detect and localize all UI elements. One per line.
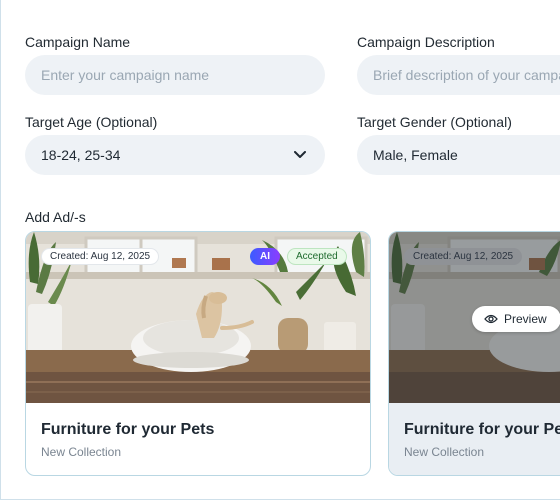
ad-info: Furniture for your Pets New Collection — [26, 403, 370, 475]
ad-subtitle: New Collection — [404, 445, 485, 459]
campaign-name-field[interactable] — [25, 55, 325, 95]
campaign-name-label: Campaign Name — [25, 34, 131, 50]
campaign-description-input[interactable] — [373, 67, 560, 83]
preview-button-label: Preview — [504, 312, 547, 326]
campaign-description-field[interactable] — [357, 55, 560, 95]
chevron-down-icon — [291, 146, 309, 164]
eye-icon — [484, 314, 498, 324]
target-gender-value: Male, Female — [373, 147, 458, 163]
target-age-select[interactable]: 18-24, 25-34 — [25, 135, 325, 175]
target-age-label: Target Age (Optional) — [25, 114, 158, 130]
add-ads-label: Add Ad/-s — [25, 209, 86, 225]
ai-badge: AI — [250, 248, 280, 265]
preview-button[interactable]: Preview — [472, 306, 560, 332]
ad-subtitle: New Collection — [41, 445, 122, 459]
campaign-name-input[interactable] — [41, 67, 309, 83]
created-date-badge: Created: Aug 12, 2025 — [41, 248, 160, 265]
ad-image: Created: Aug 12, 2025 AI Accepted — [26, 232, 370, 403]
ad-title: Furniture for your Pets — [41, 421, 215, 438]
target-gender-label: Target Gender (Optional) — [357, 114, 512, 130]
ad-card[interactable]: Created: Aug 12, 2025 Preview Furniture … — [388, 231, 560, 476]
campaign-description-label: Campaign Description — [357, 34, 495, 50]
ad-image: Created: Aug 12, 2025 Preview — [389, 232, 560, 403]
target-gender-select[interactable]: Male, Female — [357, 135, 560, 175]
ad-info: Furniture for your Pets New Collection — [389, 403, 560, 475]
ad-card[interactable]: Created: Aug 12, 2025 AI Accepted Furnit… — [25, 231, 371, 476]
ad-title: Furniture for your Pets — [404, 421, 560, 438]
campaign-form: Campaign Name Campaign Description Targe… — [0, 0, 560, 500]
target-age-value: 18-24, 25-34 — [41, 147, 121, 163]
status-badge: Accepted — [287, 248, 347, 265]
created-date-badge: Created: Aug 12, 2025 — [404, 248, 523, 265]
